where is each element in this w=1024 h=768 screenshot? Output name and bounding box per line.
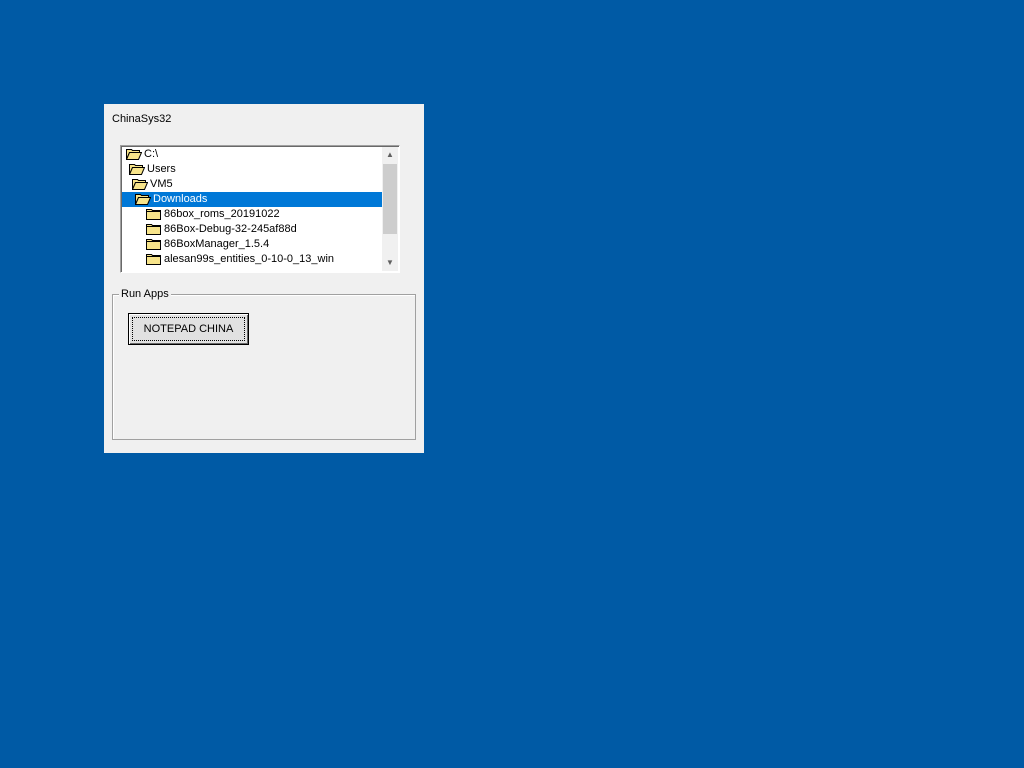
open-folder-icon [134, 193, 152, 206]
directory-item-label: VM5 [150, 178, 173, 190]
run-apps-group-label: Run Apps [119, 287, 171, 301]
notepad-china-button[interactable]: NOTEPAD CHINA [128, 313, 249, 345]
directory-list-items: C:\ Users VM5 Downloads 86box_roms_20191… [122, 147, 383, 271]
folder-icon [146, 238, 162, 251]
notepad-china-button-label: NOTEPAD CHINA [132, 317, 245, 341]
directory-list[interactable]: C:\ Users VM5 Downloads 86box_roms_20191… [120, 145, 400, 273]
run-apps-group: Run Apps NOTEPAD CHINA [112, 287, 416, 440]
directory-item-label: alesan99s_entities_0-10-0_13_win [164, 253, 335, 265]
directory-item[interactable]: 86BoxManager_1.5.4 [122, 237, 383, 252]
directory-item[interactable]: 86box_roms_20191022 [122, 207, 383, 222]
chinasys32-window: ChinaSys32 C:\ Users VM5 Downloads 86box… [104, 104, 424, 453]
directory-item[interactable]: alesan99s_entities_0-10-0_13_win [122, 252, 383, 267]
folder-icon [146, 253, 162, 266]
directory-item[interactable]: VM5 [122, 177, 383, 192]
directory-item-label: Downloads [153, 193, 208, 205]
scroll-down-arrow-icon[interactable]: ▼ [382, 255, 398, 271]
open-folder-icon [131, 178, 149, 191]
directory-item[interactable]: Downloads [122, 192, 383, 207]
folder-icon [146, 223, 162, 236]
desktop: { "app": { "title": "ChinaSys32" }, "dir… [0, 0, 1024, 768]
directory-item[interactable]: C:\ [122, 147, 383, 162]
directory-item-label: 86Box-Debug-32-245af88d [164, 223, 297, 235]
directory-item-label: Users [147, 163, 176, 175]
directory-item[interactable]: 86Box-Debug-32-245af88d [122, 222, 383, 237]
directory-item[interactable]: Users [122, 162, 383, 177]
scroll-up-arrow-icon[interactable]: ▲ [382, 147, 398, 163]
folder-icon [146, 208, 162, 221]
open-folder-icon [128, 163, 146, 176]
vertical-scrollbar[interactable]: ▲ ▼ [382, 147, 398, 271]
directory-item-label: 86BoxManager_1.5.4 [164, 238, 270, 250]
open-folder-icon [125, 148, 143, 161]
window-title: ChinaSys32 [112, 113, 172, 125]
scrollbar-thumb[interactable] [383, 164, 397, 234]
directory-item-label: C:\ [144, 148, 159, 160]
directory-item-label: 86box_roms_20191022 [164, 208, 280, 220]
